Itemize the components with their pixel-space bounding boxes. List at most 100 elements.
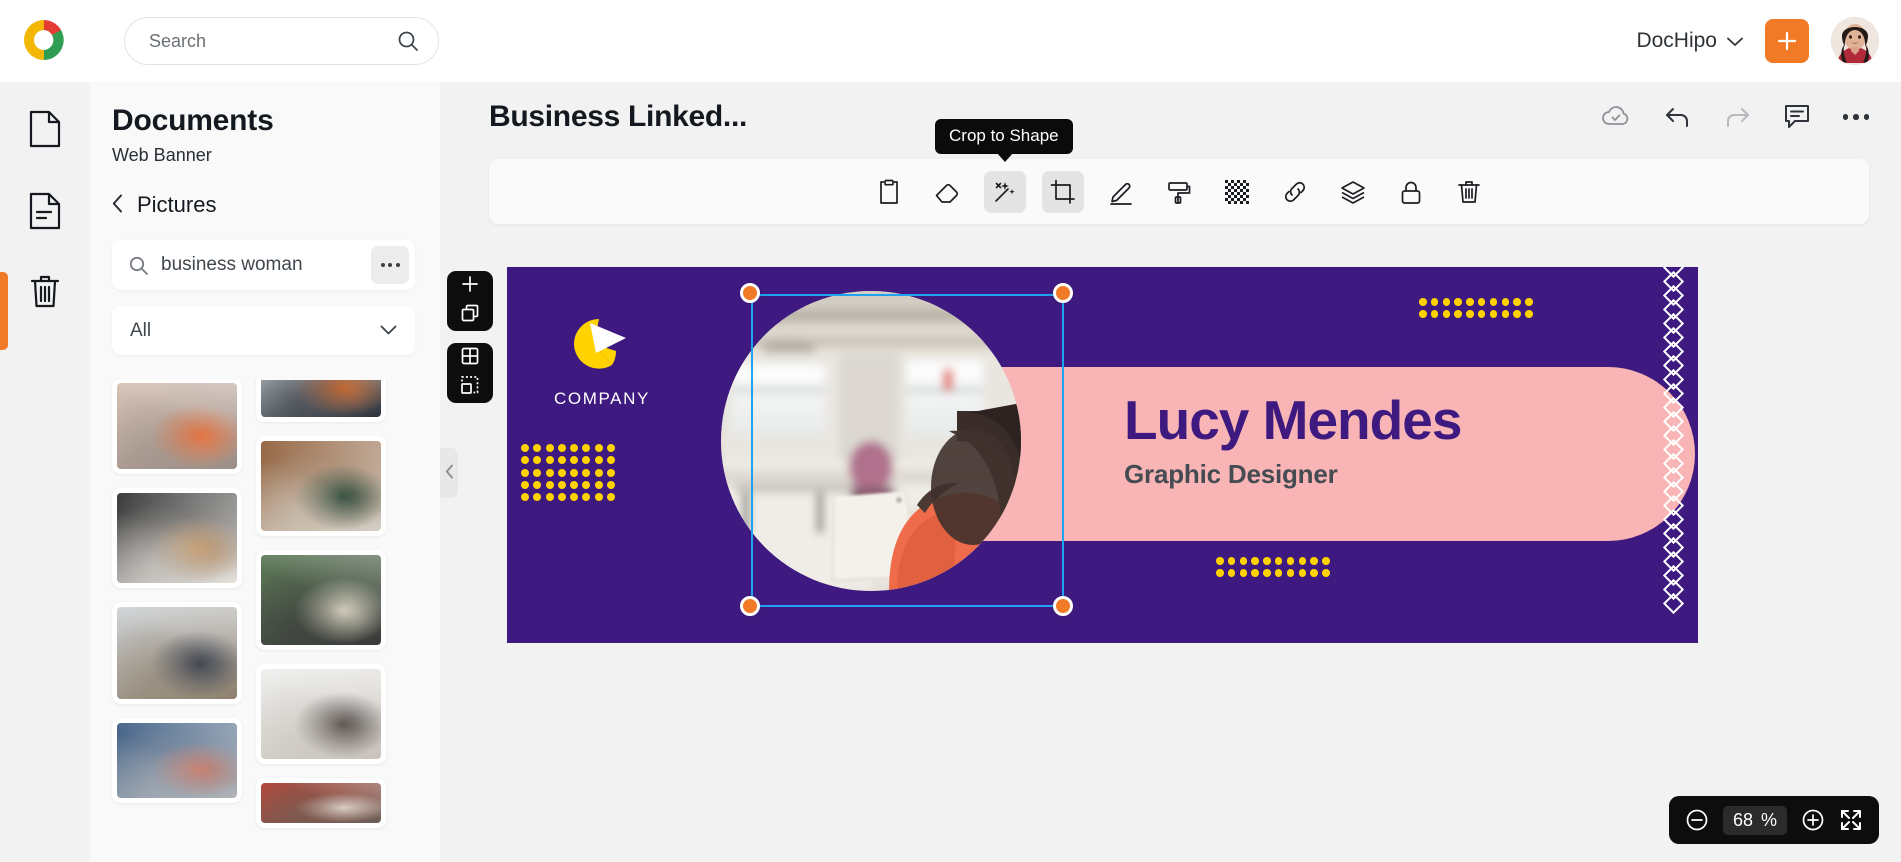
thumb-two-women-talking-office[interactable] <box>117 723 237 798</box>
fullscreen-icon[interactable] <box>1839 808 1863 832</box>
decorative-dot <box>1454 310 1462 318</box>
decorative-dot <box>521 456 529 465</box>
decorative-dot <box>545 468 554 477</box>
list-item[interactable] <box>256 664 386 764</box>
plus-icon <box>460 274 480 299</box>
dochipo-logo[interactable] <box>20 17 68 65</box>
banner-role[interactable]: Graphic Designer <box>1124 459 1338 490</box>
more-options-icon[interactable] <box>1842 114 1869 120</box>
resize-handle-bottom-left[interactable] <box>740 596 760 616</box>
redo-icon[interactable] <box>1724 105 1751 129</box>
decorative-dot <box>1263 557 1271 565</box>
decorative-dot <box>1419 298 1427 306</box>
list-item[interactable] <box>112 380 242 474</box>
layers-icon[interactable] <box>1332 171 1374 213</box>
zoom-level[interactable]: 68 % <box>1722 805 1787 835</box>
link-icon[interactable] <box>1274 171 1316 213</box>
workspace-selector[interactable]: DocHipo <box>1636 29 1743 53</box>
resize-handle-bottom-right[interactable] <box>1053 596 1073 616</box>
add-page-button[interactable] <box>447 271 493 331</box>
list-item[interactable] <box>112 488 242 588</box>
decorative-dot <box>557 493 566 502</box>
company-logo-mark <box>564 311 634 377</box>
thumb-two-women-bed-laptop[interactable] <box>261 555 381 645</box>
panel-back-pictures[interactable]: Pictures <box>112 192 440 218</box>
thumbnail-column-right <box>256 380 386 828</box>
decorative-dot <box>1489 298 1498 306</box>
decorative-dot <box>594 444 603 452</box>
thumb-hands-typing-laptop[interactable] <box>117 493 237 583</box>
global-search[interactable] <box>124 17 439 65</box>
decorative-dot <box>1274 557 1283 565</box>
list-item[interactable] <box>256 778 386 828</box>
thumb-woman-orange-sweater-office[interactable] <box>117 383 237 469</box>
profile-photo[interactable] <box>721 291 1021 591</box>
decorative-dot <box>533 493 542 502</box>
paste-icon[interactable] <box>868 171 910 213</box>
list-item[interactable] <box>256 436 386 536</box>
thumb-partial-bottom[interactable] <box>261 783 381 823</box>
pictures-filter-select[interactable]: All <box>112 306 415 355</box>
pictures-search[interactable] <box>112 240 415 290</box>
list-item[interactable] <box>256 550 386 650</box>
create-new-button[interactable] <box>1765 19 1809 63</box>
comment-icon[interactable] <box>1784 104 1810 130</box>
decorative-dot <box>557 456 566 465</box>
dot-grid-bottom-right <box>1216 557 1334 581</box>
undo-icon[interactable] <box>1664 105 1691 129</box>
pen-edit-icon[interactable] <box>1100 171 1142 213</box>
magic-wand-icon[interactable] <box>984 170 1026 213</box>
sidebar-item-trash[interactable] <box>22 270 68 316</box>
cloud-saved-icon[interactable] <box>1601 105 1631 129</box>
crop-icon[interactable] <box>1042 170 1084 213</box>
transparency-icon[interactable] <box>1216 171 1258 213</box>
decorative-dot <box>1489 310 1498 318</box>
pictures-search-more-options[interactable] <box>371 246 409 284</box>
list-item[interactable] <box>256 380 386 422</box>
list-item[interactable] <box>112 602 242 704</box>
thumbnail-overlay <box>117 383 237 469</box>
thumb-redhead-woman-whiteboard[interactable] <box>261 380 381 417</box>
thumbnail-overlay <box>261 380 381 417</box>
grid-layout-button[interactable] <box>447 343 493 403</box>
avatar[interactable] <box>1831 17 1879 65</box>
pictures-results-grid[interactable] <box>90 380 440 862</box>
eraser-icon[interactable] <box>926 171 968 213</box>
zoom-out-icon[interactable] <box>1685 808 1709 832</box>
thumb-blonde-woman-couch-laptop[interactable] <box>261 441 381 531</box>
decorative-dot <box>1251 557 1259 565</box>
thumb-woman-white-table-laptop[interactable] <box>261 669 381 759</box>
canvas-tools <box>447 271 493 403</box>
decorative-dot <box>1286 569 1295 577</box>
paint-roller-icon[interactable] <box>1158 171 1200 213</box>
banner-name[interactable]: Lucy Mendes <box>1124 393 1462 448</box>
top-bar: DocHipo <box>0 0 1901 82</box>
document-lines-icon <box>29 192 61 235</box>
decorative-dot <box>1477 310 1486 318</box>
pictures-search-input[interactable] <box>161 254 371 276</box>
list-item[interactable] <box>112 718 242 803</box>
thumbnail-overlay <box>261 555 381 645</box>
sidebar-item-blank-document[interactable] <box>22 108 68 154</box>
decorative-dot <box>1227 557 1236 565</box>
document-title[interactable]: Business Linked... <box>489 100 747 134</box>
trash-icon[interactable] <box>1448 171 1490 213</box>
search-icon[interactable] <box>396 29 420 53</box>
decorative-dot <box>1322 557 1330 565</box>
search-input[interactable] <box>149 30 396 52</box>
sidebar-item-my-documents[interactable] <box>22 190 68 236</box>
decorative-dot <box>1525 310 1533 318</box>
resize-handle-top-left[interactable] <box>740 283 760 303</box>
resize-handle-top-right[interactable] <box>1053 283 1073 303</box>
banner-artboard[interactable]: COMPANY Lucy Mendes Graphic Designer <box>507 267 1698 643</box>
thumbnail-overlay <box>261 669 381 759</box>
decorative-dot <box>557 444 566 452</box>
panel-collapse-handle[interactable] <box>440 448 458 498</box>
lock-icon[interactable] <box>1390 171 1432 213</box>
zoom-in-icon[interactable] <box>1801 808 1825 832</box>
thumb-woman-blazer-classroom[interactable] <box>117 607 237 699</box>
decorative-dot <box>557 468 566 477</box>
chevron-left-icon <box>445 464 454 483</box>
decorative-dot <box>545 493 554 502</box>
design-canvas[interactable]: COMPANY Lucy Mendes Graphic Designer <box>507 267 1698 643</box>
